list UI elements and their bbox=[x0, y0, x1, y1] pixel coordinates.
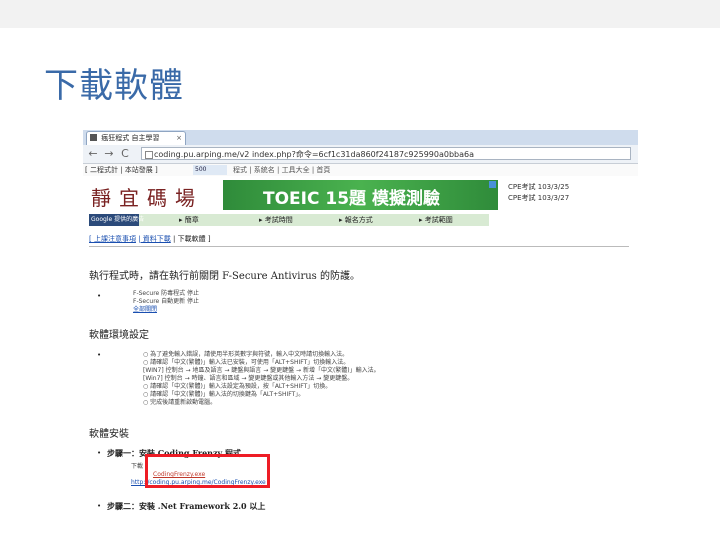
bullet: • bbox=[97, 292, 102, 300]
bullet: • bbox=[97, 502, 102, 510]
env-line: ○ 為了避免輸入錯誤，請使用半形英數字與符號，輸入中文時請切換輸入法。 bbox=[143, 351, 349, 358]
step-two: 步驟二：安裝 .Net Framework 2.0 以上 bbox=[107, 501, 266, 511]
breadcrumb-link-notes[interactable]: [ 上課注意事項 bbox=[89, 235, 136, 243]
back-button[interactable]: ← bbox=[87, 147, 99, 161]
env-line: ○ 請確認「中文(繁體)」輸入法的切換鍵為「ALT+SHIFT」。 bbox=[143, 391, 305, 398]
slide-title: 下載軟體 bbox=[44, 66, 184, 106]
menu-item-register[interactable]: ▸ 報名方式 bbox=[339, 214, 373, 226]
menu-item-brochure[interactable]: ▸ 簡章 bbox=[179, 214, 199, 226]
cpe-line: CPE考試 103/3/27 bbox=[508, 194, 570, 202]
menu-item-scope[interactable]: ▸ 考試範圍 bbox=[419, 214, 453, 226]
navigation-bar: ← → C coding.pu.arping.me/v2 index.php?命… bbox=[83, 145, 638, 164]
bookmark-badge[interactable]: 500 bbox=[193, 165, 227, 175]
notice-link[interactable]: 全部關閉 bbox=[133, 306, 157, 314]
step-one-line: 下載 bbox=[131, 463, 144, 470]
forward-button[interactable]: → bbox=[103, 147, 115, 161]
breadcrumb: [ 上課注意事項 | 資料下載 | 下載軟體 ] bbox=[89, 234, 211, 244]
ad-banner[interactable]: TOEIC 15題 模擬測驗 bbox=[223, 180, 498, 210]
section-install: 軟體安裝 bbox=[89, 429, 129, 440]
slide-top-bar bbox=[0, 0, 720, 28]
tab-bar: 瘋狂程式 自主學習 × bbox=[83, 130, 638, 145]
antivirus-notice: 執行程式時，請在執行前關閉 F-Secure Antivirus 的防護。 bbox=[89, 271, 360, 282]
cpe-dates: CPE考試 103/3/25 CPE考試 103/3/27 bbox=[508, 182, 569, 204]
site-logo[interactable]: 靜宜碼場 bbox=[83, 176, 223, 214]
notice-item: F-Secure 防毒程式 停止 bbox=[133, 290, 200, 297]
breadcrumb-current: | 下載軟體 ] bbox=[173, 235, 211, 243]
logo-text: 靜宜碼場 bbox=[91, 186, 203, 210]
bookmark-links[interactable]: [ 二程式計 | 本站發展 ] bbox=[85, 164, 158, 176]
notice-item: F-Secure 自動更新 停止 bbox=[133, 298, 200, 305]
env-line: [WIN7] 控制台 → 地區及語言 → 鍵盤與語言 → 變更鍵盤 → 新增「中… bbox=[143, 367, 380, 374]
divider bbox=[89, 246, 629, 247]
cpe-line: CPE考試 103/3/25 bbox=[508, 183, 570, 191]
bookmarks-bar: [ 二程式計 | 本站發展 ] 500 程式 | 系統名 | 工具大全 | 首頁 bbox=[83, 164, 638, 176]
banner-text: TOEIC 15題 模擬測驗 bbox=[263, 189, 440, 209]
address-bar[interactable]: coding.pu.arping.me/v2 index.php?命令=6cf1… bbox=[141, 147, 631, 160]
breadcrumb-link-downloads[interactable]: | 資料下載 bbox=[138, 235, 171, 243]
google-ads-label[interactable]: Google 提供的廣告 bbox=[89, 214, 144, 226]
browser-tab[interactable]: 瘋狂程式 自主學習 × bbox=[86, 131, 186, 145]
env-line: ○ 完成後請重新啟動電腦。 bbox=[143, 399, 217, 406]
page-icon bbox=[145, 151, 153, 159]
bullet: • bbox=[97, 449, 102, 457]
env-line: ○ 請確認「中文(繁體)」輸入法已安裝，可使用「ALT+SHIFT」切換輸入法。 bbox=[143, 359, 350, 366]
reload-button[interactable]: C bbox=[119, 147, 131, 161]
env-line: ○ 請確認「中文(繁體)」輸入法設定為預設，按「ALT+SHIFT」切換。 bbox=[143, 383, 332, 390]
url-text: coding.pu.arping.me/v2 index.php?命令=6cf1… bbox=[154, 150, 475, 159]
env-line: [Win7] 控制台 → 時鐘、語言和區域 → 變更鍵盤或其他輸入方法 → 變更… bbox=[143, 375, 354, 382]
bookmark-links-right[interactable]: 程式 | 系統名 | 工具大全 | 首頁 bbox=[233, 164, 330, 176]
ad-info-icon[interactable] bbox=[489, 181, 496, 188]
favicon-icon bbox=[90, 134, 97, 141]
menu-item-exam-time[interactable]: ▸ 考試時間 bbox=[259, 214, 293, 226]
close-tab-icon[interactable]: × bbox=[176, 132, 182, 145]
site-menu: Google 提供的廣告 ▸ 簡章 ▸ 考試時間 ▸ 報名方式 ▸ 考試範圍 bbox=[89, 214, 489, 226]
bullet: • bbox=[97, 351, 102, 359]
tab-title: 瘋狂程式 自主學習 bbox=[101, 134, 160, 142]
highlight-box bbox=[145, 454, 270, 488]
section-environment: 軟體環境設定 bbox=[89, 330, 149, 341]
